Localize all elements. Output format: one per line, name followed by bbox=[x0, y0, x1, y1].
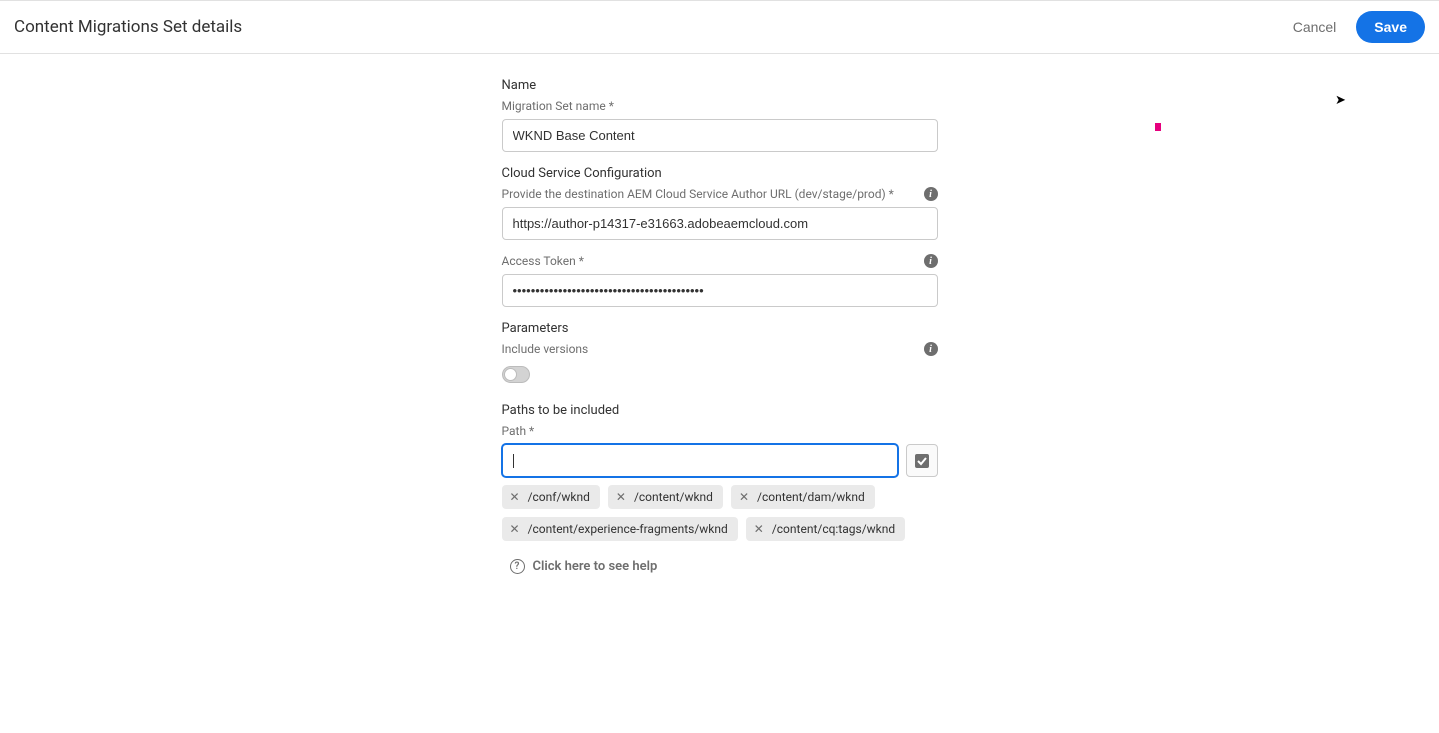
cursor-icon: ➤ bbox=[1335, 93, 1346, 108]
help-icon: ? bbox=[510, 559, 525, 574]
section-paths-label: Paths to be included bbox=[502, 403, 938, 418]
migration-set-name-label: Migration Set name * bbox=[502, 99, 938, 113]
close-icon[interactable]: ✕ bbox=[508, 523, 522, 535]
path-add-button[interactable] bbox=[906, 444, 938, 477]
info-icon[interactable]: i bbox=[924, 187, 938, 201]
path-tag: ✕ /content/cq:tags/wknd bbox=[746, 517, 905, 541]
cloud-url-input[interactable] bbox=[502, 207, 938, 240]
path-tag: ✕ /content/experience-fragments/wknd bbox=[502, 517, 738, 541]
path-input[interactable] bbox=[502, 444, 898, 477]
close-icon[interactable]: ✕ bbox=[752, 523, 766, 535]
section-name-label: Name bbox=[502, 78, 938, 93]
path-tag: ✕ /content/wknd bbox=[608, 485, 723, 509]
include-versions-label: Include versions bbox=[502, 342, 589, 356]
close-icon[interactable]: ✕ bbox=[508, 491, 522, 503]
text-caret bbox=[513, 454, 514, 468]
info-icon[interactable]: i bbox=[924, 342, 938, 356]
path-tag: ✕ /conf/wknd bbox=[502, 485, 600, 509]
help-text: Click here to see help bbox=[533, 559, 658, 574]
access-token-label: Access Token * bbox=[502, 254, 584, 268]
cloud-url-label: Provide the destination AEM Cloud Servic… bbox=[502, 187, 894, 201]
close-icon[interactable]: ✕ bbox=[737, 491, 751, 503]
help-link[interactable]: ? Click here to see help bbox=[502, 559, 938, 574]
migration-set-name-input[interactable] bbox=[502, 119, 938, 152]
tag-label: /content/experience-fragments/wknd bbox=[528, 522, 728, 536]
access-token-input[interactable] bbox=[502, 274, 938, 307]
section-cloud-label: Cloud Service Configuration bbox=[502, 166, 938, 181]
path-tags: ✕ /conf/wknd ✕ /content/wknd ✕ /content/… bbox=[502, 485, 938, 541]
path-tag: ✕ /content/dam/wknd bbox=[731, 485, 875, 509]
close-icon[interactable]: ✕ bbox=[614, 491, 628, 503]
toggle-knob bbox=[504, 368, 517, 381]
include-versions-toggle[interactable] bbox=[502, 366, 530, 383]
tag-label: /content/dam/wknd bbox=[757, 490, 865, 504]
header-actions: Cancel Save bbox=[1287, 11, 1425, 43]
header-bar: Content Migrations Set details Cancel Sa… bbox=[0, 0, 1439, 54]
tag-label: /content/wknd bbox=[634, 490, 713, 504]
tag-label: /content/cq:tags/wknd bbox=[772, 522, 895, 536]
page-title: Content Migrations Set details bbox=[14, 17, 242, 37]
decorative-marker bbox=[1155, 123, 1161, 131]
tag-label: /conf/wknd bbox=[528, 490, 590, 504]
path-label: Path * bbox=[502, 424, 938, 438]
check-icon bbox=[914, 453, 930, 469]
save-button[interactable]: Save bbox=[1356, 11, 1425, 43]
cancel-button[interactable]: Cancel bbox=[1287, 11, 1343, 43]
form: Name Migration Set name * Cloud Service … bbox=[502, 78, 938, 614]
info-icon[interactable]: i bbox=[924, 254, 938, 268]
section-parameters-label: Parameters bbox=[502, 321, 938, 336]
